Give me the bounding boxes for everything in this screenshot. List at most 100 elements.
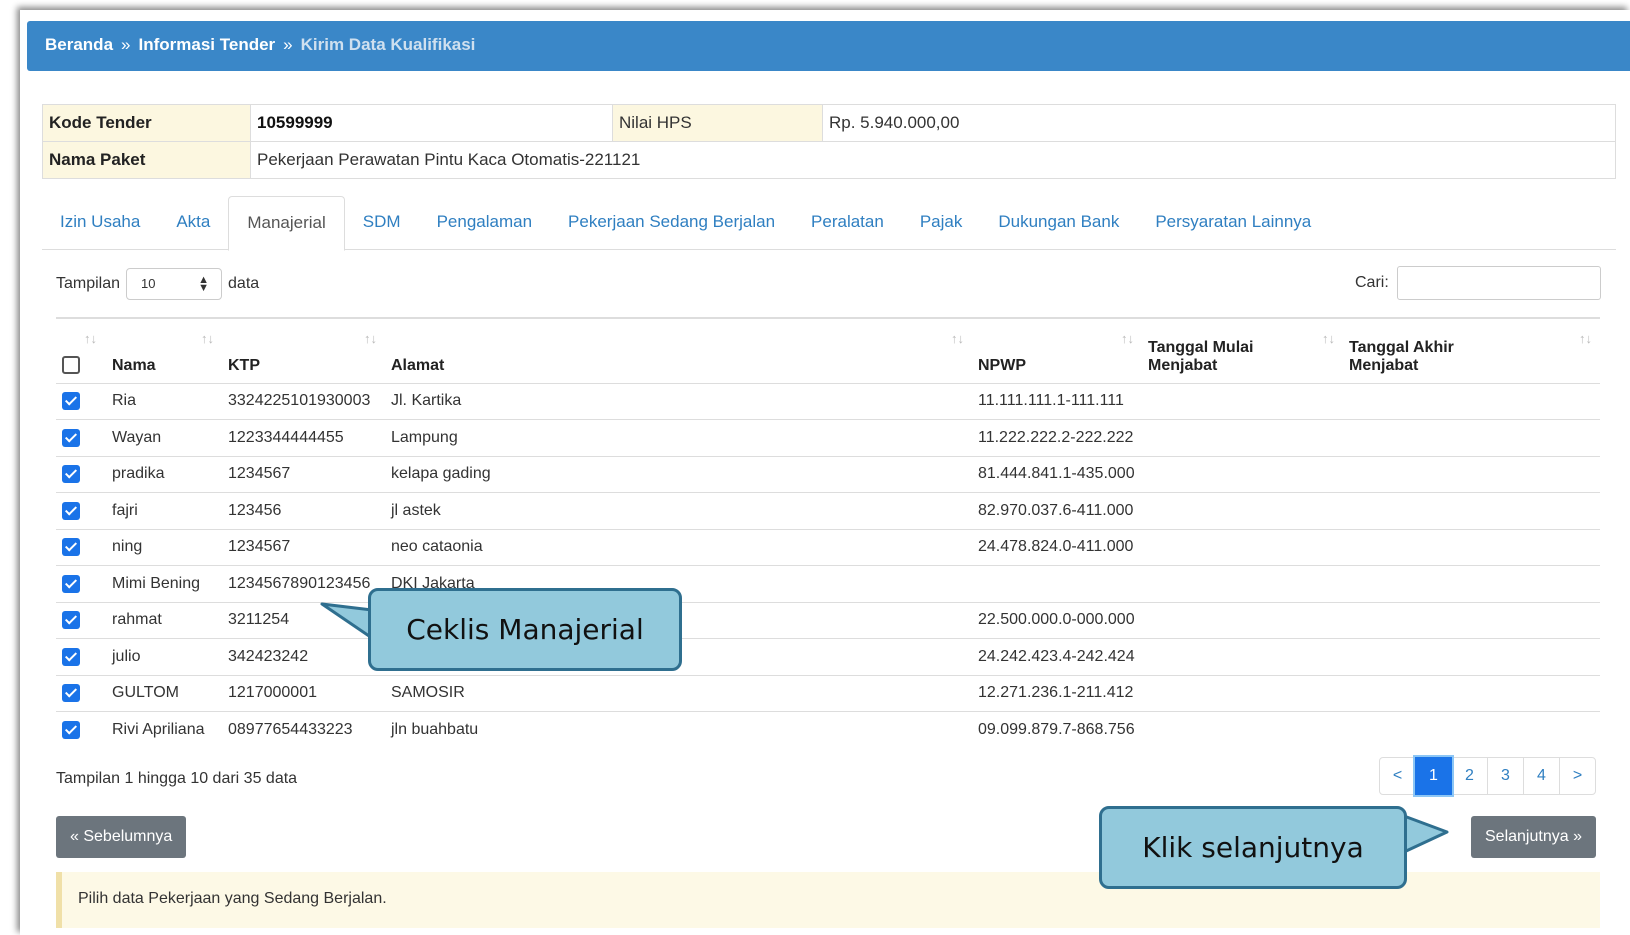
cell-npwp — [972, 565, 1142, 603]
table-row[interactable]: rahmat 3211254 22.500.000.0-000.000 — [56, 602, 1600, 639]
table-row[interactable]: Rivi Apriliana 08977654433223 jln buahbatu… — [56, 712, 1600, 749]
column-header-tanggal-mulai[interactable]: Tanggal Mulai Menjabat ↑↓ — [1142, 319, 1343, 384]
row-checkbox[interactable] — [62, 720, 80, 739]
tender-info-table: Kode Tender 10599999 Nilai HPS Rp. 5.940… — [42, 104, 1616, 179]
cell-mulai — [1142, 565, 1343, 603]
tab-dukungan-bank[interactable]: Dukungan Bank — [980, 196, 1137, 250]
cell-ktp: 342423242 — [222, 638, 385, 676]
pagination-next[interactable]: > — [1559, 757, 1596, 795]
row-checkbox[interactable] — [62, 611, 80, 630]
table-row[interactable]: Wayan 1223344444455 Lampung 11.222.222.2-22… — [56, 419, 1600, 457]
cell-mulai — [1142, 492, 1343, 530]
cell-akhir — [1343, 565, 1600, 603]
row-checkbox[interactable] — [62, 574, 80, 593]
previous-button[interactable]: « Sebelumnya — [56, 816, 187, 858]
row-select-cell[interactable] — [56, 456, 106, 493]
row-checkbox[interactable] — [62, 428, 80, 447]
column-header-tanggal-akhir[interactable]: Tanggal Akhir Menjabat ↑↓ — [1343, 319, 1600, 384]
cell-alamat: jl astek — [385, 492, 972, 530]
pagination-page-2[interactable]: 2 — [1451, 757, 1488, 795]
pagination-page-1[interactable]: 1 — [1415, 757, 1452, 795]
row-checkbox[interactable] — [62, 392, 80, 411]
cell-nama: ning — [106, 529, 222, 566]
row-checkbox[interactable] — [62, 538, 80, 557]
page-length-control: Tampilan 10 ▲ ▼ data — [56, 268, 259, 300]
page-left-edge — [0, 0, 20, 935]
row-select-cell[interactable] — [56, 602, 106, 639]
row-select-cell[interactable] — [56, 675, 106, 712]
row-checkbox[interactable] — [62, 647, 80, 666]
cell-npwp: 12.271.236.1-211.412 — [972, 675, 1142, 712]
tab-peralatan[interactable]: Peralatan — [793, 196, 902, 250]
tab-bar: Izin Usaha Akta Manajerial SDM Pengalama… — [42, 196, 1616, 251]
row-select-cell[interactable] — [56, 383, 106, 420]
tab-izin-usaha[interactable]: Izin Usaha — [42, 196, 158, 250]
column-header-label: Alamat — [391, 356, 445, 374]
select-updown-icon: ▲ ▼ — [198, 274, 210, 294]
pagination-page-3[interactable]: 3 — [1487, 757, 1524, 795]
search-input[interactable] — [1396, 266, 1601, 300]
table-row[interactable]: fajri 123456 jl astek 82.970.037.6-411.000 — [56, 492, 1600, 530]
select-all-header[interactable]: ↑↓ — [56, 319, 106, 384]
row-select-cell[interactable] — [56, 565, 106, 603]
cell-npwp: 11.111.111.1-111.111 — [972, 383, 1142, 420]
tab-akta[interactable]: Akta — [158, 196, 228, 250]
row-select-cell[interactable] — [56, 712, 106, 749]
table-body: Ria 3324225101930003 Jl. Kartika 11.111.111… — [56, 383, 1600, 748]
cell-ktp: 3324225101930003 — [222, 383, 385, 420]
row-select-cell[interactable] — [56, 492, 106, 530]
page-length-suffix: data — [228, 275, 260, 292]
next-button[interactable]: Selanjutnya » — [1471, 816, 1596, 858]
tab-pekerjaan-sedang-berjalan[interactable]: Pekerjaan Sedang Berjalan — [550, 196, 793, 250]
row-checkbox[interactable] — [62, 465, 80, 484]
cell-ktp: 3211254 — [222, 602, 385, 639]
table-row[interactable]: Mimi Bening 1234567890123456 DKI Jakarta — [56, 565, 1600, 603]
column-header-label: KTP — [228, 356, 260, 374]
cell-nama: pradika — [106, 456, 222, 493]
cell-nama: fajri — [106, 492, 222, 530]
tab-persyaratan-lainnya[interactable]: Persyaratan Lainnya — [1137, 196, 1329, 250]
cell-nama: julio — [106, 638, 222, 676]
page-length-select[interactable]: 10 ▲ ▼ — [126, 268, 223, 300]
row-checkbox[interactable] — [62, 501, 80, 520]
breadcrumb-home[interactable]: Beranda — [45, 35, 113, 54]
row-checkbox[interactable] — [62, 684, 80, 703]
page-length-value: 10 — [141, 276, 156, 291]
tab-sdm[interactable]: SDM — [345, 196, 419, 250]
breadcrumb-tender-info[interactable]: Informasi Tender — [139, 35, 276, 54]
cell-alamat: kelapa gading — [385, 456, 972, 493]
select-all-checkbox[interactable] — [62, 356, 80, 375]
column-header-alamat[interactable]: Alamat ↑↓ — [385, 319, 972, 384]
column-header-nama[interactable]: Nama ↑↓ — [106, 319, 222, 384]
cell-alamat: neo cataonia — [385, 529, 972, 566]
pagination-prev[interactable]: < — [1379, 757, 1416, 795]
row-select-cell[interactable] — [56, 419, 106, 457]
cell-nama: GULTOM — [106, 675, 222, 712]
cell-mulai — [1142, 456, 1343, 493]
nama-paket-value: Pekerjaan Perawatan Pintu Kaca Otomatis-… — [250, 141, 1616, 179]
cell-mulai — [1142, 529, 1343, 566]
table-row[interactable]: Ria 3324225101930003 Jl. Kartika 11.111.111… — [56, 383, 1600, 420]
cell-npwp: 24.242.423.4-242.424 — [972, 638, 1142, 676]
cell-akhir — [1343, 529, 1600, 566]
manajerial-table: ↑↓ Nama ↑↓ KTP ↑↓ Alamat ↑↓ NPWP ↑↓ Tanggal … — [56, 319, 1600, 748]
column-header-ktp[interactable]: KTP ↑↓ — [222, 319, 385, 384]
table-row[interactable]: pradika 1234567 kelapa gading 81.444.841.1-… — [56, 456, 1600, 493]
sort-icon[interactable]: ↑↓ — [84, 331, 97, 346]
kode-tender-value: 10599999 — [250, 104, 613, 142]
pagination-page-4[interactable]: 4 — [1523, 757, 1560, 795]
cell-akhir — [1343, 456, 1600, 493]
table-row[interactable]: ning 1234567 neo cataonia 24.478.824.0-411.… — [56, 529, 1600, 566]
tab-pengalaman[interactable]: Pengalaman — [419, 196, 550, 250]
cell-nama: Ria — [106, 383, 222, 420]
tab-pajak[interactable]: Pajak — [902, 196, 981, 250]
cell-nama: Mimi Bening — [106, 565, 222, 603]
column-header-npwp[interactable]: NPWP ↑↓ — [972, 319, 1142, 384]
table-row[interactable]: julio 342423242 24.242.423.4-242.424 — [56, 638, 1600, 676]
table-row[interactable]: GULTOM 1217000001 SAMOSIR 12.271.236.1-211.… — [56, 675, 1600, 712]
row-select-cell[interactable] — [56, 529, 106, 566]
tab-manajerial[interactable]: Manajerial — [228, 196, 345, 251]
cell-ktp: 08977654433223 — [228, 721, 353, 738]
row-select-cell[interactable] — [56, 638, 106, 676]
cell-ktp: 123456 — [222, 492, 385, 530]
